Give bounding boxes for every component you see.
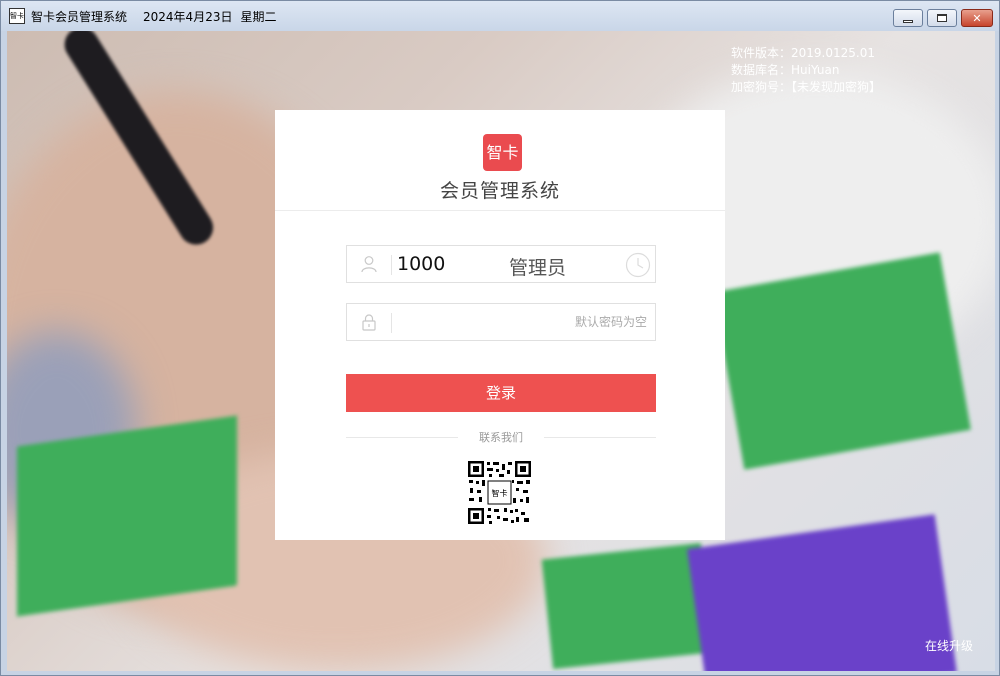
database-text: 数据库名：HuiYuan bbox=[731, 63, 840, 77]
user-id: 1000 bbox=[397, 253, 446, 275]
window-title: 智卡会员管理系统 bbox=[31, 9, 128, 24]
version-text: 软件版本：2019.0125.01 bbox=[731, 46, 875, 60]
app-window: 智卡 智卡会员管理系统 2024年4月23日 星期二 ✕ 软件版本：2019.0… bbox=[0, 0, 1000, 676]
contact-section: 联系我们 bbox=[346, 429, 656, 445]
password-field[interactable] bbox=[346, 303, 656, 341]
user-select-field[interactable]: 1000 管理员 bbox=[346, 245, 656, 283]
green-card-left bbox=[17, 415, 237, 617]
purple-card bbox=[687, 514, 957, 671]
title-divider bbox=[275, 210, 725, 211]
field-separator bbox=[391, 313, 392, 333]
close-button[interactable]: ✕ bbox=[961, 9, 993, 27]
password-input[interactable] bbox=[397, 304, 653, 340]
current-weekday: 星期二 bbox=[240, 9, 277, 24]
minimize-button[interactable] bbox=[893, 9, 923, 27]
qr-logo-text: 智卡 bbox=[492, 488, 508, 498]
login-title: 会员管理系统 bbox=[439, 180, 560, 202]
lock-icon bbox=[362, 314, 376, 331]
online-upgrade-link[interactable]: 在线升级 bbox=[925, 637, 973, 654]
field-separator bbox=[391, 255, 392, 275]
system-info: 软件版本：2019.0125.01 数据库名：HuiYuan 加密狗号：【未发现… bbox=[731, 45, 881, 96]
user-icon bbox=[361, 256, 377, 273]
minimize-icon bbox=[903, 19, 913, 23]
green-card-bottom bbox=[541, 542, 713, 670]
login-button[interactable]: 登录 bbox=[346, 374, 656, 412]
app-logo: 智卡 bbox=[483, 134, 522, 171]
app-icon: 智卡 bbox=[9, 8, 25, 24]
dongle-text: 加密狗号：【未发现加密狗】 bbox=[731, 80, 882, 94]
qr-code-image: 智卡 bbox=[467, 460, 532, 525]
maximize-icon bbox=[937, 14, 947, 22]
history-icon[interactable] bbox=[625, 252, 651, 278]
login-card: 智卡 会员管理系统 1000 管理员 登录 联系我们 智卡 bbox=[275, 110, 725, 540]
contact-divider-right bbox=[544, 437, 656, 438]
title-bar[interactable]: 智卡 智卡会员管理系统 2024年4月23日 星期二 ✕ bbox=[1, 1, 999, 31]
current-date: 2024年4月23日 bbox=[143, 9, 233, 24]
green-card-right bbox=[713, 252, 971, 470]
close-icon: ✕ bbox=[972, 11, 982, 25]
window-controls: ✕ bbox=[893, 9, 993, 27]
user-role: 管理员 bbox=[509, 257, 567, 279]
maximize-button[interactable] bbox=[927, 9, 957, 27]
